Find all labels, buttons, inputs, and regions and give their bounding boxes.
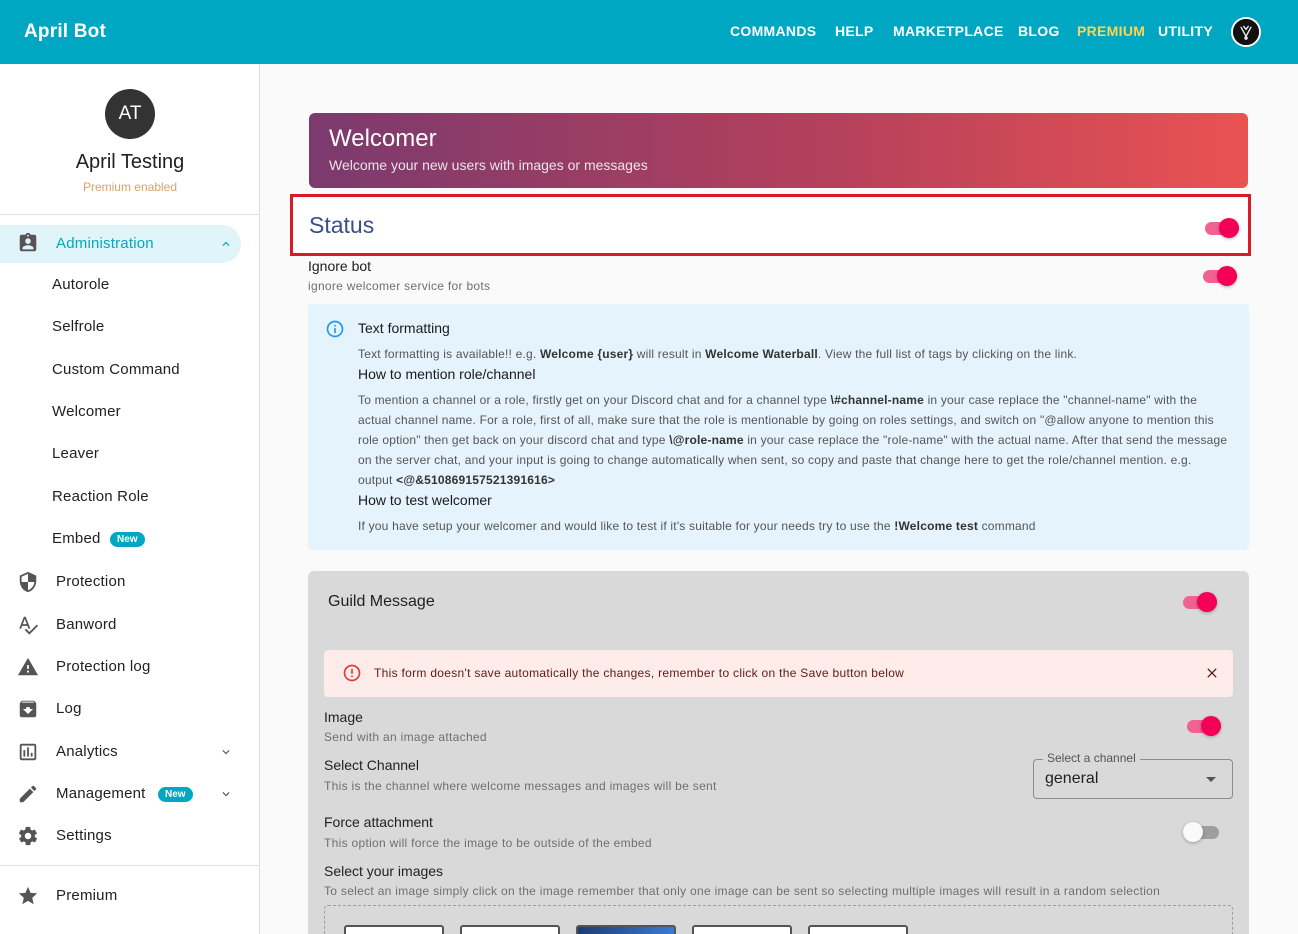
chevron-up-icon[interactable] [219,237,233,251]
unsaved-alert: This form doesn't save automatically the… [324,650,1233,697]
force-attachment-label: Force attachment [324,814,433,830]
star-icon [17,885,39,907]
sidebar-item-protection[interactable]: Protection [56,573,126,590]
sidebar-item-embed[interactable]: Embed [52,530,101,547]
ignore-bot-toggle[interactable] [1201,264,1239,288]
sidebar-item-welcomer[interactable]: Welcomer [52,403,121,420]
user-avatar: AT [105,89,155,139]
sidebar-item-protection-log[interactable]: Protection log [56,658,151,675]
select-images-description: To select an image simply click on the i… [324,884,1161,898]
sidebar-item-settings[interactable]: Settings [56,827,112,844]
info-text-mention: To mention a channel or a role, firstly … [358,393,1228,487]
sidebar-item-selfrole[interactable]: Selfrole [52,318,104,335]
select-channel-label: Select Channel [324,757,419,773]
image-label: Image [324,709,363,725]
info-text-formatting: Text formatting is available!! e.g. Welc… [358,347,1078,361]
image-option[interactable] [344,925,444,934]
image-option[interactable] [460,925,560,934]
info-icon [325,319,345,339]
select-images-label: Select your images [324,863,444,879]
sidebar: AT April Testing Premium enabled Adminis… [0,64,260,934]
chevron-down-icon[interactable] [219,787,233,801]
archive-icon [17,698,39,720]
nav-help[interactable]: HELP [835,23,874,39]
image-picker [324,905,1233,934]
info-text-test: If you have setup your welcomer and woul… [358,519,1036,533]
app-brand[interactable]: April Bot [24,21,106,43]
sidebar-item-administration-label: Administration [56,235,154,252]
channel-select-legend: Select a channel [1043,751,1140,765]
sidebar-item-analytics[interactable]: Analytics [56,743,118,760]
info-heading-test: How to test welcomer [358,492,492,508]
alert-message: This form doesn't save automatically the… [374,666,905,680]
welcomer-banner: Welcomer Welcome your new users with ima… [309,113,1248,188]
ignore-bot-description: ignore welcomer service for bots [308,279,491,293]
sidebar-divider [0,214,260,215]
gear-icon [17,825,39,847]
sidebar-item-log[interactable]: Log [56,700,82,717]
chevron-down-icon[interactable] [219,745,233,759]
guild-message-panel: Guild Message This form doesn't save aut… [308,571,1249,934]
chart-icon [17,741,39,763]
nav-commands[interactable]: COMMANDS [730,23,816,39]
nav-premium[interactable]: PREMIUM [1077,23,1145,39]
nav-blog[interactable]: BLOG [1018,23,1060,39]
channel-select[interactable]: Select a channel general [1033,751,1233,799]
nav-utility[interactable]: UTILITY [1158,23,1213,39]
pencil-icon [17,783,39,805]
info-alert: Text formatting Text formatting is avail… [308,304,1249,550]
image-option[interactable] [808,925,908,934]
force-attachment-description: This option will force the image to be o… [324,836,652,850]
sidebar-item-management[interactable]: Management [56,785,146,802]
avatar-image-icon [1233,19,1259,45]
user-avatar-menu[interactable] [1231,17,1261,47]
sidebar-item-leaver[interactable]: Leaver [52,445,99,462]
page-title: Welcomer [329,125,437,152]
image-option[interactable] [692,925,792,934]
sidebar-item-custom-command[interactable]: Custom Command [52,361,180,378]
force-attachment-toggle[interactable] [1183,820,1221,844]
select-channel-description: This is the channel where welcome messag… [324,779,717,793]
status-title: Status [309,212,375,238]
sidebar-divider [0,865,260,866]
new-badge: New [158,787,193,802]
status-panel: Status [290,194,1251,256]
guild-message-title: Guild Message [328,593,435,610]
error-icon [342,663,362,683]
image-option-selected[interactable] [576,925,676,934]
sidebar-item-premium[interactable]: Premium [56,887,117,904]
status-toggle[interactable] [1203,216,1241,240]
channel-select-value: general [1045,770,1099,787]
close-icon[interactable] [1204,665,1220,681]
spellcheck-icon [17,614,39,636]
sidebar-item-autorole[interactable]: Autorole [52,276,109,293]
new-badge: New [110,532,145,547]
user-name: April Testing [75,151,185,173]
sidebar-item-banword[interactable]: Banword [56,616,117,633]
page-subtitle: Welcome your new users with images or me… [329,157,648,173]
shield-icon [17,571,39,593]
premium-status: Premium enabled [82,180,178,194]
dropdown-arrow-icon [1206,777,1216,782]
badge-icon [17,232,39,254]
guild-message-toggle[interactable] [1181,590,1219,614]
info-heading-mention: How to mention role/channel [358,366,536,382]
warning-icon [17,656,39,678]
image-description: Send with an image attached [324,730,487,744]
info-heading-formatting: Text formatting [358,320,450,336]
sidebar-item-reaction-role[interactable]: Reaction Role [52,488,149,505]
ignore-bot-label: Ignore bot [308,258,372,274]
image-toggle[interactable] [1185,714,1223,738]
nav-marketplace[interactable]: MARKETPLACE [893,23,1004,39]
top-app-bar: April Bot COMMANDS HELP MARKETPLACE BLOG… [0,0,1298,64]
